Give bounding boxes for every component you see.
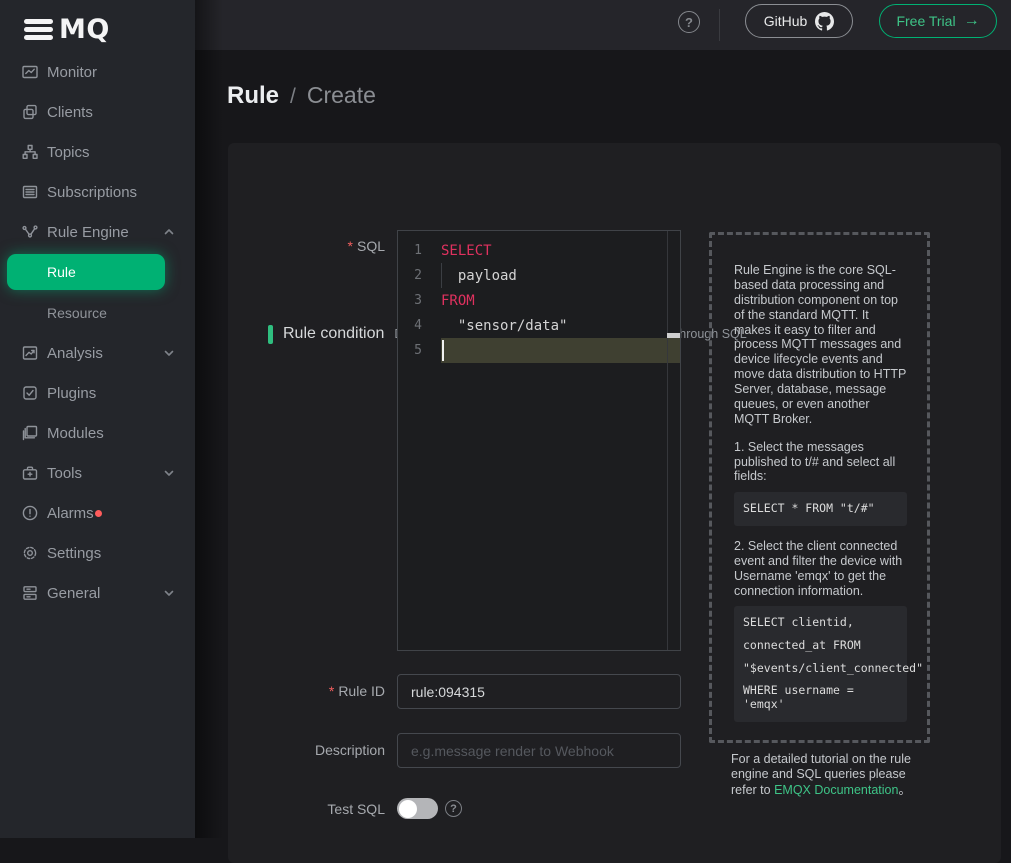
editor-line: 1 SELECT: [398, 238, 680, 263]
free-trial-label: Free Trial: [896, 13, 955, 29]
editor-scroll-marker: [667, 333, 680, 338]
chevron-down-icon: [163, 347, 175, 359]
test-sql-help-icon[interactable]: ?: [445, 800, 462, 817]
subscriptions-icon: [21, 183, 39, 201]
alarms-icon: [21, 504, 39, 522]
settings-icon: [21, 544, 39, 562]
description-input[interactable]: [397, 733, 681, 768]
monitor-icon: [21, 63, 39, 81]
sidebar-item-rule[interactable]: Rule: [7, 254, 165, 290]
test-sql-toggle[interactable]: [397, 798, 438, 819]
help-panel-wrap: Rule Engine is the core SQL-based data p…: [709, 232, 930, 798]
emqx-documentation-link[interactable]: EMQX Documentation: [774, 783, 898, 797]
rule-engine-icon: [21, 223, 39, 241]
editor-line: 3 FROM: [398, 288, 680, 313]
editor-line: 4 "sensor/data": [398, 313, 680, 338]
rule-id-label: *Rule ID: [228, 683, 385, 699]
section-title: Rule condition: [283, 325, 384, 343]
sql-editor-lines: 1 SELECT 2 payload 3 FROM 4 "sensor/data…: [398, 231, 680, 363]
description-label: Description: [228, 742, 385, 758]
help-step-1: 1. Select the messages published to t/# …: [734, 440, 907, 485]
sidebar-item-monitor[interactable]: Monitor: [0, 52, 195, 92]
help-panel: Rule Engine is the core SQL-based data p…: [709, 232, 930, 743]
rule-create-card: Rule condition Defining rule conditions …: [228, 143, 1001, 863]
sql-label: *SQL: [228, 238, 385, 254]
sidebar-item-subscriptions[interactable]: Subscriptions: [0, 172, 195, 212]
clients-icon: [21, 103, 39, 121]
editor-scrollbar[interactable]: [667, 231, 680, 650]
sidebar: MQ Monitor Clients Topics Subscription: [0, 0, 195, 838]
editor-line-active: 5: [398, 338, 680, 363]
help-intro: Rule Engine is the core SQL-based data p…: [734, 263, 907, 427]
modules-icon: [21, 424, 39, 442]
sidebar-item-topics[interactable]: Topics: [0, 132, 195, 172]
emq-logo-bars-icon: [24, 19, 53, 40]
chevron-down-icon: [163, 587, 175, 599]
analysis-icon: [21, 344, 39, 362]
tools-icon: [21, 464, 39, 482]
github-button[interactable]: GitHub: [745, 4, 853, 38]
plugins-icon: [21, 384, 39, 402]
sidebar-item-resource[interactable]: Resource: [0, 292, 195, 333]
sidebar-item-tools[interactable]: Tools: [0, 453, 195, 493]
sidebar-item-alarms[interactable]: Alarms: [0, 493, 195, 533]
breadcrumb: Rule / Create: [227, 82, 376, 110]
toggle-knob: [399, 800, 417, 818]
topics-icon: [21, 143, 39, 161]
help-code-2: SELECT clientid, connected_at FROM "$eve…: [734, 606, 907, 721]
active-line-highlight: [441, 338, 680, 363]
section-accent-bar: [268, 325, 273, 344]
help-footer: For a detailed tutorial on the rule engi…: [709, 752, 930, 798]
free-trial-button[interactable]: Free Trial →: [879, 4, 997, 38]
emq-logo-text: MQ: [59, 14, 110, 45]
help-icon[interactable]: ?: [678, 11, 700, 33]
breadcrumb-rule[interactable]: Rule: [227, 82, 279, 110]
github-button-label: GitHub: [764, 13, 808, 29]
arrow-right-icon: →: [964, 13, 980, 29]
alarm-badge-dot: [95, 510, 102, 517]
chevron-up-icon: [163, 226, 175, 238]
general-icon: [21, 584, 39, 602]
topbar: ? GitHub Free Trial →: [195, 0, 1011, 50]
breadcrumb-separator: /: [290, 85, 296, 109]
sidebar-shadow: [195, 0, 223, 838]
sidebar-item-rule-engine[interactable]: Rule Engine: [0, 212, 195, 252]
text-cursor: [442, 340, 444, 361]
sidebar-item-clients[interactable]: Clients: [0, 92, 195, 132]
sidebar-item-settings[interactable]: Settings: [0, 533, 195, 573]
sidebar-item-plugins[interactable]: Plugins: [0, 373, 195, 413]
chevron-down-icon: [163, 467, 175, 479]
sidebar-nav: Monitor Clients Topics Subscriptions Rul: [0, 52, 195, 613]
test-sql-label: Test SQL: [228, 801, 385, 817]
help-code-1: SELECT * FROM "t/#": [734, 492, 907, 526]
sidebar-item-general[interactable]: General: [0, 573, 195, 613]
topbar-divider: [719, 9, 720, 41]
breadcrumb-create: Create: [307, 82, 376, 109]
sidebar-item-modules[interactable]: Modules: [0, 413, 195, 453]
rule-id-input[interactable]: [397, 674, 681, 709]
sidebar-item-analysis[interactable]: Analysis: [0, 333, 195, 373]
emq-logo[interactable]: MQ: [24, 14, 110, 45]
sql-editor[interactable]: 1 SELECT 2 payload 3 FROM 4 "sensor/data…: [397, 230, 681, 651]
help-step-2: 2. Select the client connected event and…: [734, 539, 907, 599]
github-icon: [815, 12, 834, 31]
